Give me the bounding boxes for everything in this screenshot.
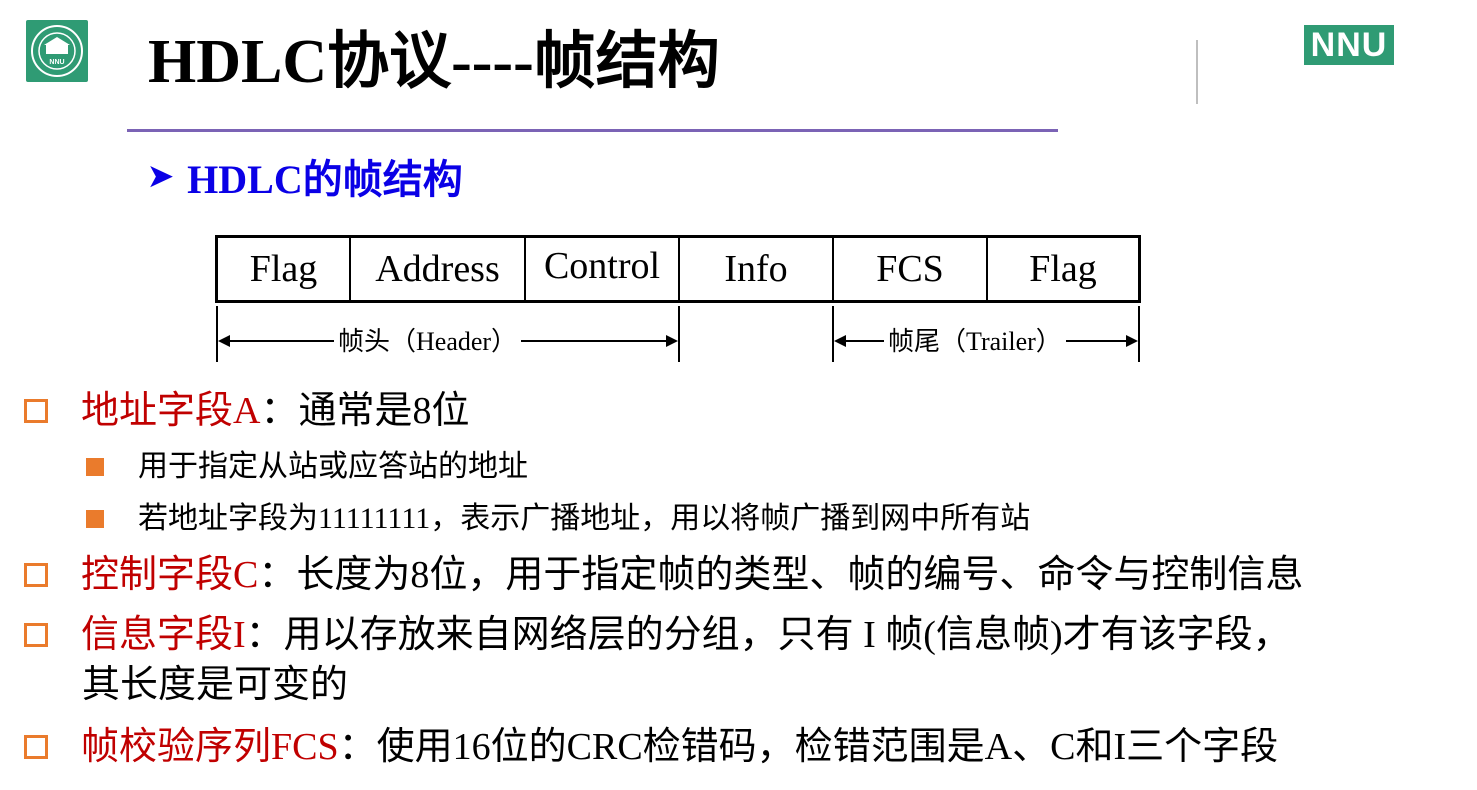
sub-bullet-text: 若地址字段为11111111，表示广播地址，用以将帧广播到网中所有站 <box>138 502 1031 535</box>
frame-field-control: Control <box>526 238 680 300</box>
trailer-span-right-tick <box>1138 306 1140 362</box>
trailer-right-arrowhead-icon <box>1126 335 1138 347</box>
bullet-info-continuation: 其长度是可变的 <box>82 664 349 706</box>
bullet-address-text: ：通常是8位 <box>260 390 470 432</box>
frame-field-fcs: FCS <box>834 238 988 300</box>
term-fcs-field: 帧校验序列FCS <box>81 726 339 768</box>
hollow-square-bullet-icon <box>24 735 48 759</box>
header-divider <box>1196 40 1198 104</box>
subheading-text: HDLC的帧结构 <box>187 157 463 202</box>
emblem-icon: NNU <box>31 25 83 77</box>
trailer-span-left-tick <box>832 306 834 362</box>
frame-field-address: Address <box>351 238 526 300</box>
solid-square-bullet-icon <box>86 510 104 528</box>
bullet-info-text: ：用以存放来自网络层的分组，只有 I 帧(信息帧)才有该字段， <box>245 614 1291 656</box>
title-underline <box>127 129 1058 132</box>
term-control-field: 控制字段C <box>81 554 259 596</box>
bullet-address-field: 地址字段A ：通常是8位 <box>24 384 469 438</box>
header-left-arrowhead-icon <box>218 335 230 347</box>
hdlc-frame-diagram: Flag Address Control Info FCS Flag <box>215 235 1141 303</box>
nnu-logo: NNU <box>1304 25 1394 65</box>
university-emblem-logo: NNU <box>26 20 88 82</box>
sub-bullet-broadcast: 若地址字段为11111111，表示广播地址，用以将帧广播到网中所有站 <box>86 498 1030 540</box>
term-info-field: 信息字段I <box>81 614 246 656</box>
bullet-control-field: 控制字段C ：长度为8位，用于指定帧的类型、帧的编号、命令与控制信息 <box>24 548 1303 602</box>
hollow-square-bullet-icon <box>24 563 48 587</box>
hollow-square-bullet-icon <box>24 623 48 647</box>
subheading: ➤ HDLC的帧结构 <box>148 150 463 202</box>
bullet-control-text: ：长度为8位，用于指定帧的类型、帧的编号、命令与控制信息 <box>258 554 1304 596</box>
trailer-left-arrowhead-icon <box>834 335 846 347</box>
hollow-square-bullet-icon <box>24 399 48 423</box>
frame-field-flag-end: Flag <box>1029 248 1097 290</box>
header-span-right-tick <box>678 306 680 362</box>
bullet-fcs-text: ：使用16位的CRC检错码，检错范围是A、C和I三个字段 <box>338 726 1279 768</box>
arrow-bullet-icon: ➤ <box>148 159 174 193</box>
bullet-fcs-field: 帧校验序列FCS ：使用16位的CRC检错码，检错范围是A、C和I三个字段 <box>24 720 1278 774</box>
bullet-info-field: 信息字段I ：用以存放来自网络层的分组，只有 I 帧(信息帧)才有该字段， <box>24 608 1291 662</box>
trailer-span-label: 帧尾（Trailer） <box>884 322 1066 362</box>
header-span-left-tick <box>216 306 218 362</box>
slide-title: HDLC协议----帧结构 <box>148 28 720 96</box>
term-address-field: 地址字段A <box>81 390 261 432</box>
emblem-text: NNU <box>49 59 64 66</box>
solid-square-bullet-icon <box>86 458 104 476</box>
frame-field-flag-start: Flag <box>218 238 351 300</box>
header-right-arrowhead-icon <box>666 335 678 347</box>
header-span-label: 帧头（Header） <box>334 322 522 362</box>
frame-field-info: Info <box>680 238 834 300</box>
sub-bullet-address-purpose: 用于指定从站或应答站的地址 <box>86 446 528 488</box>
sub-bullet-text: 用于指定从站或应答站的地址 <box>138 450 528 483</box>
